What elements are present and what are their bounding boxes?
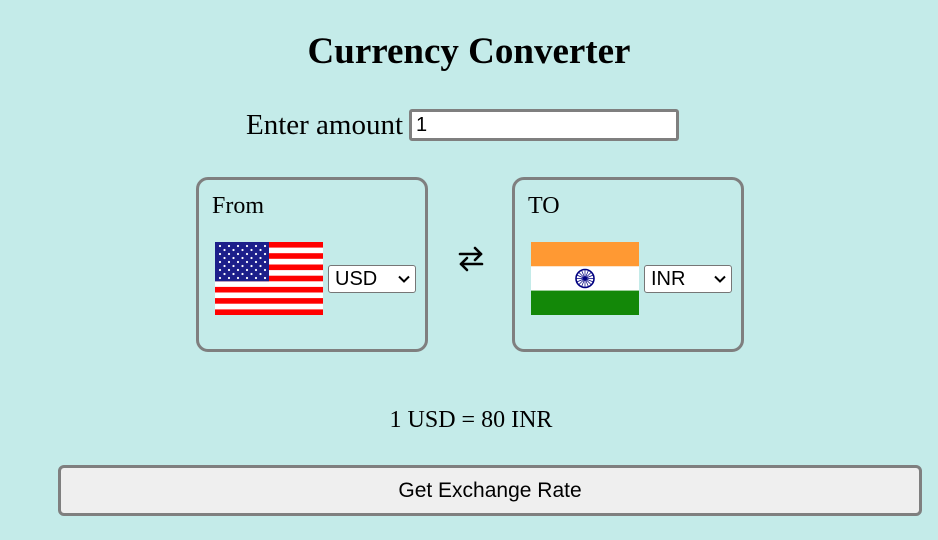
chevron-down-icon xyxy=(714,275,726,283)
to-currency-box: TO INR xyxy=(512,177,744,352)
to-label: TO xyxy=(528,193,560,219)
us-flag-icon xyxy=(215,242,323,315)
india-flag-icon xyxy=(531,242,639,315)
chevron-down-icon xyxy=(398,275,410,283)
amount-label: Enter amount xyxy=(246,109,404,141)
amount-row: Enter amount xyxy=(246,104,680,146)
to-currency-select[interactable]: INR xyxy=(644,265,732,293)
to-currency-value: INR xyxy=(651,267,686,290)
get-exchange-rate-button[interactable]: Get Exchange Rate xyxy=(58,465,922,516)
from-currency-select[interactable]: USD xyxy=(328,265,416,293)
exchange-rate-result: 1 USD = 80 INR xyxy=(389,407,553,433)
from-currency-value: USD xyxy=(335,267,378,290)
from-label: From xyxy=(212,193,265,219)
page-title: Currency Converter xyxy=(307,31,631,72)
amount-input[interactable] xyxy=(409,109,680,141)
swap-arrows-icon[interactable] xyxy=(455,243,487,275)
from-currency-box: From USD xyxy=(196,177,428,352)
